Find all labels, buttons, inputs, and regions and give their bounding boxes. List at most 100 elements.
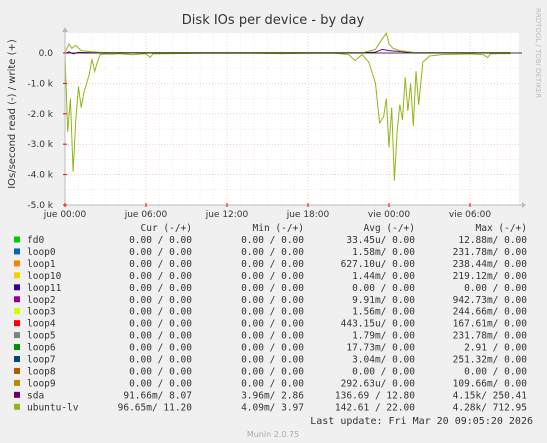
legend-value-min: 0.00 / 0.00 [241,366,304,377]
legend-swatch [14,403,20,410]
legend-value-avg: 1.44m/ 0.00 [352,271,415,282]
legend-value-avg: 1.56m/ 0.00 [352,307,415,318]
x-tick-label: vie 06:00 [449,210,491,220]
x-tick-label: jue 18:00 [286,210,330,220]
legend-value-min: 0.00 / 0.00 [241,283,304,294]
legend-value-min: 0.00 / 0.00 [241,235,304,246]
legend-value-avg: 136.69 / 12.80 [335,390,415,401]
legend-value-avg: 9.91m/ 0.00 [352,295,415,306]
y-tick-label: -5.0 k [27,201,53,211]
legend-swatch [14,236,20,243]
legend-name: loop3 [27,307,56,318]
legend-value-max: 2.91 / 0.00 [464,343,527,354]
legend-name: loop0 [27,247,56,258]
legend-value-avg: 1.79m/ 0.00 [352,331,415,342]
legend-value-max: 238.44m/ 0.00 [453,259,528,270]
y-tick-label: -1.0 k [27,79,53,89]
legend-swatch [14,260,20,267]
legend-value-avg: 33.45u/ 0.00 [346,235,415,246]
legend-name: loop1 [27,259,56,270]
legend-swatch [14,379,20,386]
y-tick-label: 0.0 [39,49,54,59]
legend-name: loop10 [27,271,62,282]
legend-value-min: 0.00 / 0.00 [241,295,304,306]
y-axis-label: IOs/second read (-) / write (+) [7,39,18,189]
legend-header: Avg (-/+) [364,223,415,234]
legend-value-max: 0.00 / 0.00 [464,283,527,294]
legend-name: loop11 [27,283,62,294]
legend-name: loop6 [27,343,56,354]
legend-swatch [14,391,20,398]
legend-name: ubuntu-lv [27,402,79,413]
plot-area [65,33,519,205]
legend-value-max: 12.88m/ 0.00 [458,235,527,246]
legend-value-cur: 0.00 / 0.00 [129,283,192,294]
legend-value-cur: 0.00 / 0.00 [129,355,192,366]
legend-name: loop4 [27,319,56,330]
legend-value-max: 167.61m/ 0.00 [453,319,528,330]
legend-value-cur: 0.00 / 0.00 [129,343,192,354]
legend-value-min: 0.00 / 0.00 [241,378,304,389]
legend-value-min: 0.00 / 0.00 [241,247,304,258]
legend-swatch [14,356,20,362]
legend-swatch [14,296,20,303]
legend-value-avg: 443.15u/ 0.00 [341,319,416,330]
legend-value-min: 4.09m/ 3.97 [241,402,304,413]
legend-name: loop5 [27,331,56,342]
legend-swatch [14,332,20,339]
legend-value-min: 3.96m/ 2.86 [241,390,304,401]
legend-value-avg: 1.58m/ 0.00 [352,247,415,258]
legend-value-avg: 3.04m/ 0.00 [352,355,415,366]
legend-value-min: 0.00 / 0.00 [241,343,304,354]
legend-value-avg: 142.61 / 22.00 [335,402,415,413]
x-tick-label: vie 00:00 [368,210,410,220]
munin-chart: Disk IOs per device - by day IOs/second … [0,0,547,443]
legend-name: loop8 [27,366,56,377]
legend-swatch [14,367,20,374]
munin-version: Munin 2.0.75 [247,430,299,439]
legend-swatch [14,308,20,315]
rrdtool-credit: RRDTOOL / TOBI OETIKER [534,8,542,98]
legend-value-cur: 0.00 / 0.00 [129,295,192,306]
legend-swatch [14,284,20,291]
legend-value-cur: 91.66m/ 8.07 [123,390,192,401]
legend-value-max: 4.15k/ 250.41 [453,390,528,401]
legend-value-avg: 0.00 / 0.00 [352,283,415,294]
legend-value-max: 0.00 / 0.00 [464,366,527,377]
legend-swatch [14,272,20,279]
legend-name: loop9 [27,378,56,389]
legend-value-max: 251.32m/ 0.00 [453,355,528,366]
legend-value-cur: 0.00 / 0.00 [129,331,192,342]
x-tick-label: jue 06:00 [124,210,168,220]
legend-value-avg: 0.00 / 0.00 [352,366,415,377]
legend-value-avg: 292.63u/ 0.00 [341,378,416,389]
x-tick-label: jue 00:00 [43,210,87,220]
legend-value-max: 219.12m/ 0.00 [453,271,528,282]
legend-value-avg: 17.73m/ 0.00 [346,343,415,354]
legend-value-min: 0.00 / 0.00 [241,259,304,270]
legend-value-max: 4.28k/ 712.95 [453,402,527,413]
legend-name: loop2 [27,295,56,306]
legend-value-max: 231.78m/ 0.00 [453,247,528,258]
x-tick-label: jue 12:00 [205,210,249,220]
y-tick-label: -3.0 k [27,140,53,150]
legend-swatch [14,344,20,351]
legend-value-cur: 0.00 / 0.00 [129,307,192,318]
legend-value-min: 0.00 / 0.00 [241,271,304,282]
legend-value-cur: 0.00 / 0.00 [129,366,192,377]
legend-value-min: 0.00 / 0.00 [241,319,304,330]
legend-value-cur: 0.00 / 0.00 [129,319,192,330]
legend-name: fd0 [27,235,44,246]
last-update: Last update: Fri Mar 20 09:05:20 2026 [310,416,533,427]
legend-value-min: 0.00 / 0.00 [241,307,304,318]
legend-header: Cur (-/+) [141,223,192,234]
legend-value-cur: 96.65m/ 11.20 [118,402,193,413]
legend-header: Max (-/+) [476,223,527,234]
legend-swatch [14,320,20,327]
legend-value-min: 0.00 / 0.00 [241,355,304,366]
legend-value-max: 244.66m/ 0.00 [453,307,528,318]
legend-name: loop7 [27,355,56,366]
legend-value-cur: 0.00 / 0.00 [129,271,192,282]
legend-value-cur: 0.00 / 0.00 [129,247,192,258]
legend-value-max: 109.66m/ 0.00 [453,378,528,389]
